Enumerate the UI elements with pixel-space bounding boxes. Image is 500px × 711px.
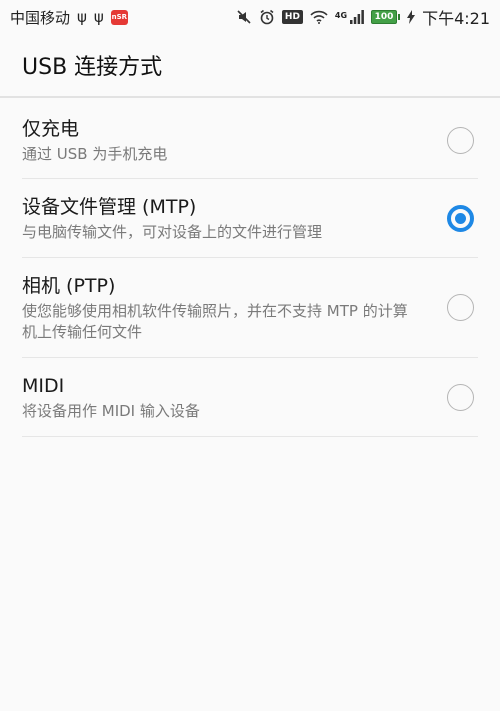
- radio-ptp[interactable]: [447, 294, 474, 321]
- option-text: 相机 (PTP) 使您能够使用相机软件传输照片，并在不支持 MTP 的计算机上传…: [22, 273, 432, 343]
- usb-mode-list: 仅充电 通过 USB 为手机充电 设备文件管理 (MTP) 与电脑传输文件，可对…: [0, 100, 500, 437]
- option-mtp[interactable]: 设备文件管理 (MTP) 与电脑传输文件，可对设备上的文件进行管理: [22, 179, 478, 258]
- app-bar: USB 连接方式: [0, 34, 500, 98]
- clock: 下午4:21: [422, 9, 490, 28]
- usb-icon-2: ψ: [93, 7, 104, 26]
- hd-icon: HD: [281, 10, 303, 24]
- status-bar-right: HD 4G 100 下午4:21: [236, 5, 490, 29]
- option-text: 仅充电 通过 USB 为手机充电: [22, 116, 432, 165]
- mute-vibrate-icon: [237, 10, 251, 24]
- radio-selected-dot: [455, 212, 466, 224]
- wifi-icon: [310, 10, 328, 24]
- carrier-label: 中国移动: [10, 8, 71, 27]
- status-bar: 中国移动 ψ ψ nSR HD 4G 100 下午4:21: [0, 0, 500, 34]
- option-subtitle: 与电脑传输文件，可对设备上的文件进行管理: [22, 222, 323, 241]
- option-charge-only[interactable]: 仅充电 通过 USB 为手机充电: [22, 100, 478, 179]
- page-title: USB 连接方式: [22, 55, 163, 80]
- option-ptp[interactable]: 相机 (PTP) 使您能够使用相机软件传输照片，并在不支持 MTP 的计算机上传…: [22, 258, 478, 358]
- battery-icon: 100: [371, 10, 401, 24]
- option-title: 相机 (PTP): [22, 274, 116, 297]
- battery-level: 100: [371, 10, 398, 24]
- radio-midi[interactable]: [447, 383, 474, 411]
- option-text: MIDI 将设备用作 MIDI 输入设备: [22, 373, 432, 422]
- option-title: 设备文件管理 (MTP): [22, 195, 197, 218]
- option-title: MIDI: [22, 374, 65, 397]
- radio-mtp[interactable]: [447, 204, 474, 232]
- option-text: 设备文件管理 (MTP) 与电脑传输文件，可对设备上的文件进行管理: [22, 194, 432, 243]
- usb-icon: ψ: [77, 7, 87, 26]
- option-subtitle: 使您能够使用相机软件传输照片，并在不支持 MTP 的计算机上传输任何文件: [22, 301, 408, 341]
- alarm-icon: [260, 9, 274, 25]
- radio-charge-only[interactable]: [447, 126, 474, 154]
- charging-icon: [407, 10, 416, 24]
- status-bar-left: 中国移动 ψ ψ nSR: [10, 7, 128, 28]
- app-notification-icon: nSR: [110, 9, 128, 25]
- option-midi[interactable]: MIDI 将设备用作 MIDI 输入设备: [22, 358, 478, 437]
- network-type-label: 4G: [334, 11, 348, 20]
- option-subtitle: 将设备用作 MIDI 输入设备: [22, 401, 200, 420]
- option-title: 仅充电: [22, 117, 80, 140]
- signal-icon: [350, 10, 364, 24]
- battery-tip: [398, 14, 401, 20]
- option-subtitle: 通过 USB 为手机充电: [22, 144, 168, 163]
